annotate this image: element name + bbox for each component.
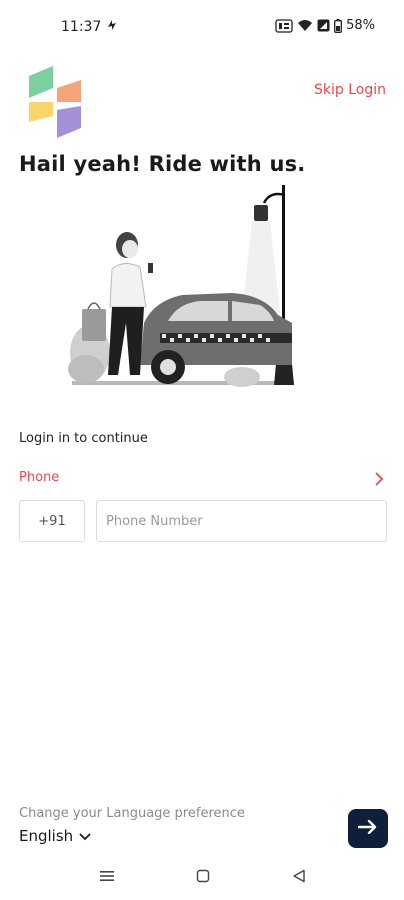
wifi-icon — [297, 19, 313, 32]
status-bar: 11:37 58% — [0, 0, 404, 58]
battery-icon — [334, 18, 343, 33]
next-button[interactable] — [348, 809, 388, 848]
volte-icon — [275, 18, 293, 33]
phone-number-input[interactable] — [96, 500, 387, 542]
page-title: Hail yeah! Ride with us. — [19, 152, 306, 176]
home-icon[interactable] — [196, 868, 210, 887]
status-icons: 58% — [275, 18, 375, 33]
language-value: English — [19, 827, 74, 845]
status-time: 11:37 — [61, 19, 102, 35]
app-logo — [27, 66, 83, 140]
sync-icon — [106, 18, 118, 36]
signal-icon — [317, 19, 330, 32]
chevron-down-icon — [79, 827, 91, 845]
arrow-right-icon — [357, 819, 378, 838]
battery-percent: 58% — [346, 18, 375, 33]
chevron-right-icon — [374, 471, 384, 491]
back-icon[interactable] — [292, 868, 306, 887]
language-select[interactable]: English — [19, 827, 91, 845]
phone-label: Phone — [19, 470, 60, 485]
skip-login-link[interactable]: Skip Login — [314, 82, 386, 98]
login-caption: Login in to continue — [19, 431, 148, 446]
menu-icon[interactable] — [99, 868, 115, 887]
language-caption: Change your Language preference — [19, 806, 245, 821]
system-nav-bar — [0, 856, 404, 900]
phone-method-row[interactable]: Phone — [19, 470, 386, 490]
country-code-field[interactable]: +91 — [19, 500, 85, 542]
taxi-illustration — [64, 183, 304, 393]
